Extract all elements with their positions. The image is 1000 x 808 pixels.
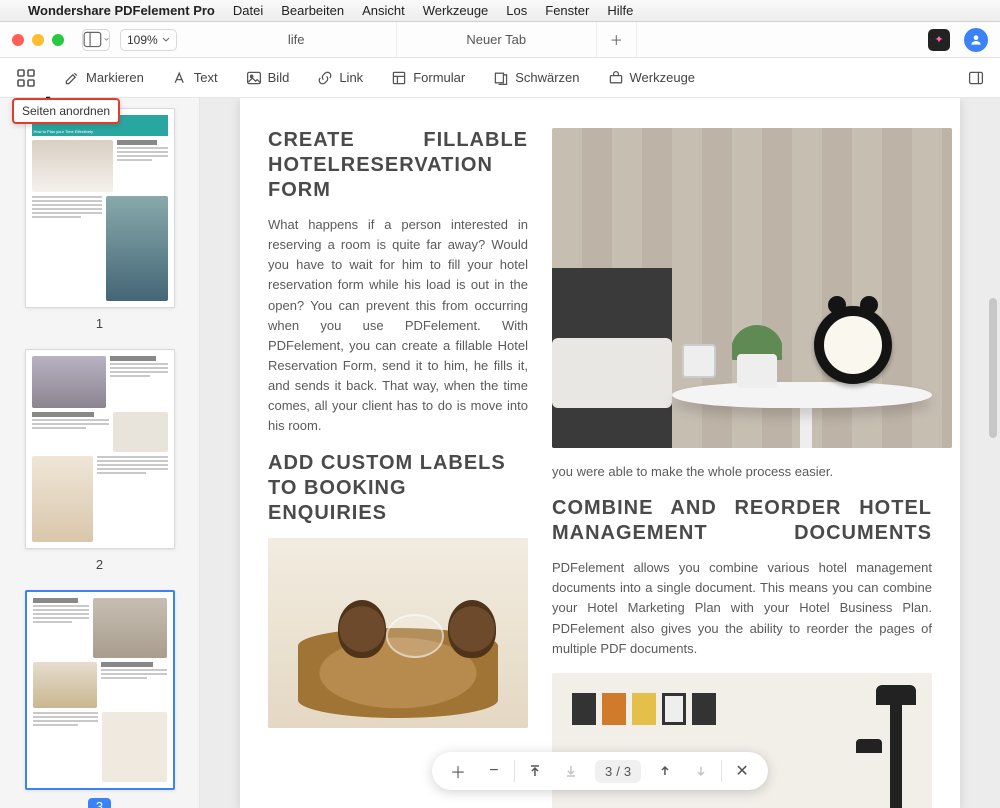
zoom-in-button[interactable]: ＋: [440, 753, 476, 789]
document-viewport[interactable]: CREATE FILLABLE HOTELRESERVATION FORM Wh…: [200, 98, 1000, 808]
panel-icon: [968, 70, 984, 86]
main-toolbar: ↖ Markieren Text Bild Link Formular Schw…: [0, 58, 1000, 98]
markieren-button[interactable]: Markieren: [64, 70, 144, 86]
heading-custom-labels: ADD CUSTOM LABELS TO BOOKING ENQUIRIES: [268, 451, 528, 526]
prev-page-button[interactable]: [647, 753, 683, 789]
menu-fenster[interactable]: Fenster: [545, 3, 589, 18]
menu-bearbeiten[interactable]: Bearbeiten: [281, 3, 344, 18]
page-number-2: 2: [96, 557, 103, 572]
close-window-button[interactable]: [12, 34, 24, 46]
current-page: 3: [605, 764, 612, 779]
menu-hilfe[interactable]: Hilfe: [607, 3, 633, 18]
document-tabs: life Neuer Tab ＋: [197, 22, 918, 57]
formular-button[interactable]: Formular: [391, 70, 465, 86]
first-page-button[interactable]: [517, 753, 553, 789]
link-icon: [317, 70, 333, 86]
link-button[interactable]: Link: [317, 70, 363, 86]
total-pages: 3: [624, 764, 631, 779]
user-avatar[interactable]: [964, 28, 988, 52]
app-brand-icon[interactable]: ✦: [928, 29, 950, 51]
person-icon: [969, 33, 983, 47]
page-thumbnail-1[interactable]: How to Plan your Time Effectively: [25, 108, 175, 308]
panel-toggle-button[interactable]: [968, 70, 984, 86]
mac-menubar: Wondershare PDFelement Pro Datei Bearbei…: [0, 0, 1000, 22]
window-titlebar: 109% life Neuer Tab ＋ ✦: [0, 22, 1000, 58]
close-toolbar-button[interactable]: ✕: [724, 753, 760, 789]
tab-neuer-tab[interactable]: Neuer Tab: [397, 22, 597, 57]
menu-datei[interactable]: Datei: [233, 3, 263, 18]
sidebar-icon: [83, 30, 102, 49]
toolbox-icon: [608, 70, 624, 86]
arrow-up-icon: [659, 765, 671, 777]
menu-ansicht[interactable]: Ansicht: [362, 3, 405, 18]
thumbnail-sidebar: How to Plan your Time Effectively 1: [0, 98, 200, 808]
paragraph-3: PDFelement allows you combine various ho…: [552, 558, 932, 659]
heading-create-form: CREATE FILLABLE HOTELRESERVATION FORM: [268, 128, 528, 203]
zoom-value: 109%: [127, 33, 158, 47]
sidebar-toggle-button[interactable]: [82, 29, 110, 51]
arrow-to-top-icon: [528, 764, 542, 778]
image-icon: [246, 70, 262, 86]
arrow-to-bottom-icon: [564, 764, 578, 778]
werkzeuge-button[interactable]: Werkzeuge: [608, 70, 696, 86]
minimize-window-button[interactable]: [32, 34, 44, 46]
zoom-out-button[interactable]: −: [476, 753, 512, 789]
image-pinecones: [268, 538, 528, 728]
form-icon: [391, 70, 407, 86]
chevron-down-icon: [162, 36, 170, 44]
page-number-1: 1: [96, 316, 103, 331]
vertical-scrollbar[interactable]: [988, 98, 998, 808]
next-page-button[interactable]: [683, 753, 719, 789]
text-button[interactable]: Text: [172, 70, 218, 86]
scrollbar-thumb[interactable]: [989, 298, 997, 438]
heading-combine-reorder: COMBINE AND REORDER HOTEL MANAGEMENT DOC…: [552, 496, 932, 546]
text-icon: [172, 70, 188, 86]
chevron-down-icon: [104, 37, 109, 42]
paragraph-2: you were able to make the whole process …: [552, 462, 932, 482]
organize-pages-tooltip: Seiten anordnen: [12, 98, 120, 124]
traffic-lights: [12, 34, 64, 46]
page-number-3: 3: [88, 798, 111, 808]
last-page-button[interactable]: [553, 753, 589, 789]
image-bedside-table: [552, 128, 952, 448]
app-name[interactable]: Wondershare PDFelement Pro: [28, 3, 215, 18]
zoom-select[interactable]: 109%: [120, 29, 177, 51]
menu-los[interactable]: Los: [506, 3, 527, 18]
page-indicator[interactable]: 3 / 3: [595, 760, 641, 783]
menu-werkzeuge[interactable]: Werkzeuge: [423, 3, 489, 18]
page-thumbnail-3[interactable]: [25, 590, 175, 790]
organize-pages-button[interactable]: ↖: [16, 68, 36, 88]
arrow-down-icon: [695, 765, 707, 777]
schwaerzen-button[interactable]: Schwärzen: [493, 70, 579, 86]
fullscreen-window-button[interactable]: [52, 34, 64, 46]
add-tab-button[interactable]: ＋: [597, 22, 637, 57]
highlighter-icon: [64, 70, 80, 86]
grid-icon: [16, 68, 36, 88]
tab-life[interactable]: life: [197, 22, 397, 57]
paragraph-1: What happens if a person interested in r…: [268, 215, 528, 437]
page-thumbnail-2[interactable]: [25, 349, 175, 549]
page-content: CREATE FILLABLE HOTELRESERVATION FORM Wh…: [240, 98, 960, 808]
page-navigation-toolbar: ＋ − 3 / 3 ✕: [432, 752, 768, 790]
redact-icon: [493, 70, 509, 86]
bild-button[interactable]: Bild: [246, 70, 290, 86]
